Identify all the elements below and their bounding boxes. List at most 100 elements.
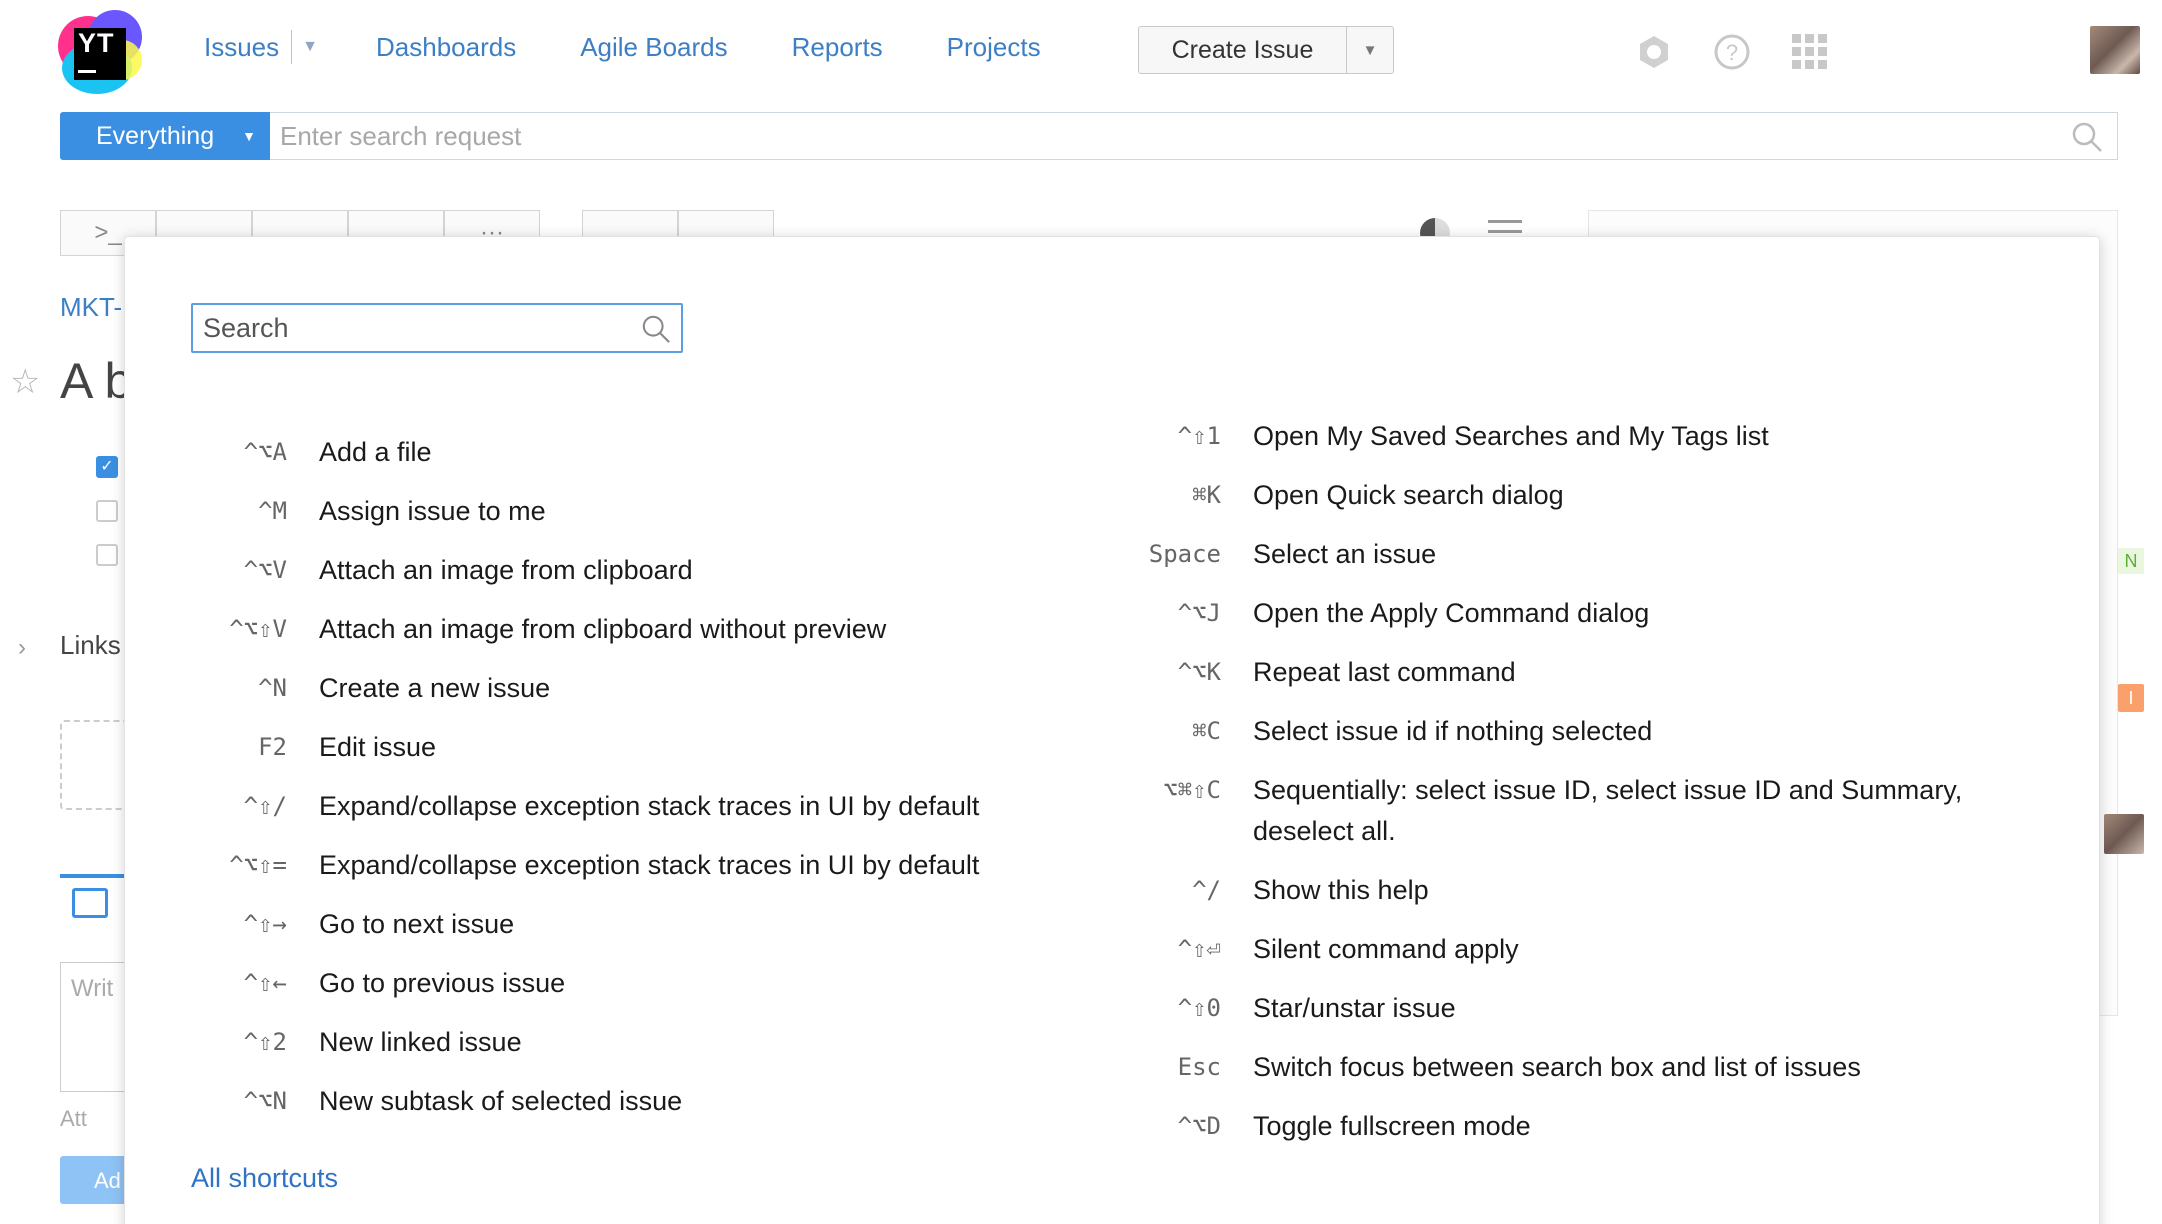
checklist-checkbox[interactable] xyxy=(96,500,118,522)
shortcut-keys: ^⇧→ xyxy=(243,910,287,938)
star-icon[interactable]: ☆ xyxy=(10,362,40,402)
search-icon xyxy=(642,315,670,343)
chevron-right-icon[interactable]: › xyxy=(18,634,26,662)
create-issue-button[interactable]: Create Issue xyxy=(1139,27,1347,73)
logo-text: YT xyxy=(78,28,115,58)
shortcut-row: ^⌥D Toggle fullscreen mode xyxy=(1097,1097,2033,1156)
comments-tab-indicator xyxy=(60,874,124,878)
shortcuts-left-column: ^⌥A Add a file ^M Assign issue to me ^⌥V At… xyxy=(161,423,979,1131)
shortcut-keys: ^⌥K xyxy=(1177,658,1221,686)
create-issue-dropdown-icon[interactable]: ▼ xyxy=(1347,27,1393,73)
shortcut-description: Open My Saved Searches and My Tags list xyxy=(1253,421,1769,451)
user-avatar[interactable] xyxy=(2090,26,2140,74)
help-icon[interactable]: ? xyxy=(1712,32,1752,72)
nav-dashboards[interactable]: Dashboards xyxy=(376,32,516,63)
hub-icon[interactable] xyxy=(1634,32,1674,72)
logo-underscore xyxy=(78,70,96,73)
shortcut-description: Switch focus between search box and list… xyxy=(1253,1052,1861,1082)
links-section-label[interactable]: Links xyxy=(60,630,121,661)
shortcut-row: ^⇧⏎ Silent command apply xyxy=(1097,920,2033,979)
shortcut-keys: ^⇧← xyxy=(243,969,287,997)
nav-reports[interactable]: Reports xyxy=(792,32,883,63)
shortcut-description: Create a new issue xyxy=(319,673,551,703)
shortcut-description: Expand/collapse exception stack traces i… xyxy=(319,850,980,880)
shortcut-row: ^M Assign issue to me xyxy=(161,482,979,541)
apps-grid-icon[interactable] xyxy=(1790,32,1830,72)
shortcut-keys: ^⇧/ xyxy=(243,792,287,820)
shortcut-search-input[interactable] xyxy=(193,305,681,351)
shortcut-description: Open Quick search dialog xyxy=(1253,480,1564,510)
search-context-label: Everything xyxy=(96,121,215,150)
shortcut-search-box xyxy=(191,303,683,353)
shortcut-row: ⌘C Select issue id if nothing selected xyxy=(1097,702,2033,761)
shortcut-description: Attach an image from clipboard xyxy=(319,555,693,585)
shortcut-description: Silent command apply xyxy=(1253,934,1519,964)
shortcut-keys: ^⌥⇧= xyxy=(229,851,287,879)
shortcut-description: Sequentially: select issue ID, select is… xyxy=(1253,775,1963,846)
field-badge-i: I xyxy=(2118,684,2144,712)
shortcut-description: Toggle fullscreen mode xyxy=(1253,1111,1531,1141)
attach-file-link[interactable]: Att xyxy=(60,1106,87,1132)
issues-dropdown-caret-icon[interactable]: ▼ xyxy=(302,38,318,56)
shortcut-row: ⌥⌘⇧C Sequentially: select issue ID, selec… xyxy=(1097,761,2033,861)
shortcut-keys: ^⌥A xyxy=(243,438,287,466)
shortcut-keys: ^⇧0 xyxy=(1177,994,1221,1022)
shortcut-keys: ⌘C xyxy=(1192,717,1221,745)
shortcut-keys: ^⌥⇧V xyxy=(229,615,287,643)
svg-text:?: ? xyxy=(1726,40,1738,65)
shortcut-keys: F2 xyxy=(258,733,287,761)
shortcut-row: ^N Create a new issue xyxy=(161,659,979,718)
shortcut-keys: ^M xyxy=(258,497,287,525)
shortcut-keys: ^⌥D xyxy=(1177,1112,1221,1140)
shortcut-keys: ^N xyxy=(258,674,287,702)
shortcut-row: ^⌥V Attach an image from clipboard xyxy=(161,541,979,600)
shortcut-row: Esc Switch focus between search box and l… xyxy=(1097,1038,2033,1097)
shortcut-description: Select issue id if nothing selected xyxy=(1253,716,1653,746)
shortcut-description: Expand/collapse exception stack traces i… xyxy=(319,791,980,821)
issue-search-input[interactable] xyxy=(270,113,2117,159)
logo-mark: YT xyxy=(74,28,126,80)
all-shortcuts-link[interactable]: All shortcuts xyxy=(191,1163,338,1194)
shortcuts-right-column: ^⇧1 Open My Saved Searches and My Tags li… xyxy=(1097,407,2033,1156)
shortcut-row: ⌘K Open Quick search dialog xyxy=(1097,466,2033,525)
comment-icon[interactable] xyxy=(72,888,108,918)
youtrack-logo[interactable]: YT xyxy=(58,10,144,94)
shortcut-description: Repeat last command xyxy=(1253,657,1516,687)
shortcut-description: Show this help xyxy=(1253,875,1429,905)
shortcut-row: ^/ Show this help xyxy=(1097,861,2033,920)
shortcut-description: Attach an image from clipboard without p… xyxy=(319,614,887,644)
shortcut-row: ^⌥N New subtask of selected issue xyxy=(161,1072,979,1131)
shortcut-keys: ^⇧1 xyxy=(1177,422,1221,450)
shortcut-row: ^⇧→ Go to next issue xyxy=(161,895,979,954)
nav-projects[interactable]: Projects xyxy=(947,32,1041,63)
shortcut-description: Open the Apply Command dialog xyxy=(1253,598,1650,628)
shortcut-row: ^⌥⇧V Attach an image from clipboard witho… xyxy=(161,600,979,659)
top-navigation: Issues ▼ Dashboards Agile Boards Reports… xyxy=(204,30,1105,64)
shortcut-row: ^⇧/ Expand/collapse exception stack trace… xyxy=(161,777,980,836)
checklist-checkbox[interactable] xyxy=(96,544,118,566)
nav-issues[interactable]: Issues xyxy=(204,32,279,63)
search-icon[interactable] xyxy=(2071,121,2103,153)
shortcut-description: Assign issue to me xyxy=(319,496,546,526)
search-context-dropdown[interactable]: Everything ▼ xyxy=(60,112,270,160)
shortcut-row: ^⇧0 Star/unstar issue xyxy=(1097,979,2033,1038)
field-badge-n: N xyxy=(2118,548,2144,574)
shortcut-row: ^⇧2 New linked issue xyxy=(161,1013,979,1072)
issue-id-link[interactable]: MKT- xyxy=(60,292,122,323)
checklist-checkbox[interactable]: ✓ xyxy=(96,456,118,478)
shortcut-description: New subtask of selected issue xyxy=(319,1086,683,1116)
shortcut-row: F2 Edit issue xyxy=(161,718,979,777)
shortcut-row: ^⇧← Go to previous issue xyxy=(161,954,979,1013)
shortcut-description: Star/unstar issue xyxy=(1253,993,1456,1023)
shortcut-keys: Esc xyxy=(1177,1053,1221,1081)
shortcut-row: ^⇧1 Open My Saved Searches and My Tags li… xyxy=(1097,407,2033,466)
assignee-avatar xyxy=(2104,814,2144,854)
create-issue-button-group: Create Issue ▼ xyxy=(1138,26,1394,74)
shortcut-description: Select an issue xyxy=(1253,539,1437,569)
shortcut-keys: ⌘K xyxy=(1192,481,1221,509)
shortcut-description: Go to previous issue xyxy=(319,968,566,998)
nav-agile-boards[interactable]: Agile Boards xyxy=(580,32,727,63)
nav-separator xyxy=(291,30,293,64)
shortcut-keys: ^⌥N xyxy=(243,1087,287,1115)
shortcut-keys: ^⌥V xyxy=(243,556,287,584)
